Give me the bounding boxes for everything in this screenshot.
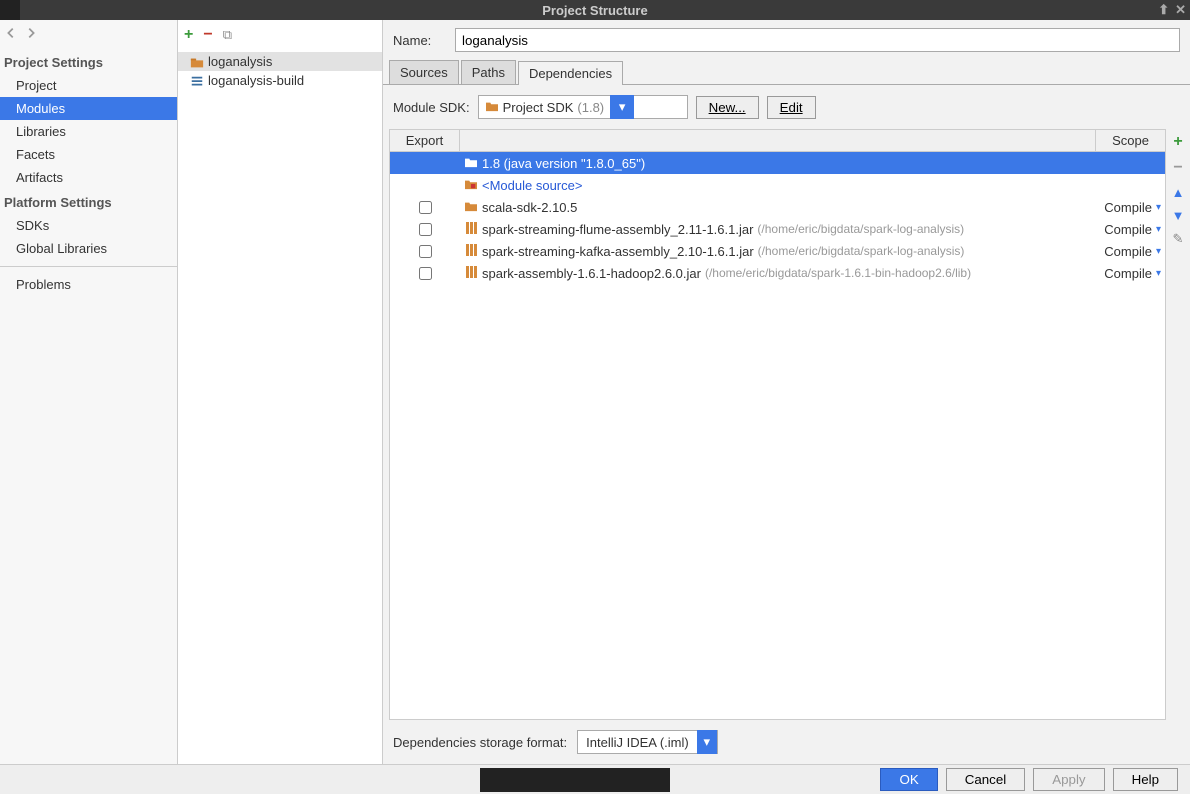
sidebar-item-problems[interactable]: Problems <box>0 273 177 296</box>
app-icon <box>0 0 20 20</box>
settings-sidebar: Project Settings Project Modules Librari… <box>0 20 178 764</box>
chevron-down-icon[interactable]: ▾ <box>1156 224 1161 235</box>
nav-forward-icon[interactable] <box>24 26 38 43</box>
dep-name: spark-streaming-flume-assembly_2.11-1.6.… <box>482 222 753 237</box>
new-sdk-button[interactable]: New... <box>696 96 759 119</box>
folder-icon <box>464 156 478 171</box>
divider <box>0 266 177 267</box>
sidebar-item-artifacts[interactable]: Artifacts <box>0 166 177 189</box>
restore-icon[interactable]: ⬆ <box>1158 2 1169 18</box>
copy-module-icon[interactable]: ⧉ <box>223 27 232 43</box>
storage-value: IntelliJ IDEA (.iml) <box>578 735 697 750</box>
sdk-value: Project SDK <box>503 100 574 115</box>
dep-path: (/home/eric/bigdata/spark-log-analysis) <box>758 244 965 258</box>
tree-item-label: loganalysis-build <box>208 73 304 88</box>
dep-name: scala-sdk-2.10.5 <box>482 200 577 215</box>
col-scope[interactable]: Scope <box>1095 130 1165 151</box>
tree-item-loganalysis-build[interactable]: loganalysis-build <box>178 71 382 90</box>
dep-name: spark-assembly-1.6.1-hadoop2.6.0.jar <box>482 266 701 281</box>
dropdown-arrow-icon: ▾ <box>697 730 717 754</box>
module-detail-panel: Name: Sources Paths Dependencies Module … <box>383 20 1190 764</box>
move-up-icon[interactable]: ▲ <box>1172 185 1185 200</box>
dialog-footer: OK Cancel Apply Help <box>0 764 1190 794</box>
sidebar-item-project[interactable]: Project <box>0 74 177 97</box>
edit-sdk-button[interactable]: Edit <box>767 96 816 119</box>
move-down-icon[interactable]: ▼ <box>1172 208 1185 223</box>
name-input[interactable] <box>455 28 1180 52</box>
module-sdk-select[interactable]: Project SDK (1.8) ▾ <box>478 95 688 119</box>
tree-item-loganalysis[interactable]: loganalysis <box>178 52 382 71</box>
sidebar-item-sdks[interactable]: SDKs <box>0 214 177 237</box>
add-dep-icon[interactable]: + <box>1173 133 1182 151</box>
dep-name: spark-streaming-kafka-assembly_2.10-1.6.… <box>482 244 754 259</box>
dep-row[interactable]: <Module source> <box>390 174 1165 196</box>
col-name <box>460 130 1095 151</box>
sidebar-item-global-libraries[interactable]: Global Libraries <box>0 237 177 260</box>
dep-name: <Module source> <box>482 178 582 193</box>
edit-dep-icon[interactable]: ✎ <box>1173 231 1184 247</box>
window-title: Project Structure <box>542 3 647 18</box>
nav-back-icon[interactable] <box>4 26 18 43</box>
storage-format-select[interactable]: IntelliJ IDEA (.iml) ▾ <box>577 730 718 754</box>
module-sdk-label: Module SDK: <box>393 100 470 115</box>
folder-icon <box>190 56 204 68</box>
taskbar-fragment <box>480 768 670 792</box>
folder-icon <box>485 100 499 115</box>
col-export[interactable]: Export <box>390 130 460 151</box>
dep-name: 1.8 (java version "1.8.0_65") <box>482 156 645 171</box>
tree-item-label: loganalysis <box>208 54 272 69</box>
jar-icon <box>464 265 478 282</box>
jar-icon <box>464 221 478 238</box>
title-bar: Project Structure ⬆ ✕ <box>0 0 1190 20</box>
add-module-icon[interactable]: + <box>184 26 193 44</box>
dependencies-table: Export Scope 1.8 (java version "1.8.0_65… <box>389 129 1166 720</box>
jar-icon <box>464 243 478 260</box>
sidebar-item-libraries[interactable]: Libraries <box>0 120 177 143</box>
dep-row[interactable]: spark-streaming-flume-assembly_2.11-1.6.… <box>390 218 1165 240</box>
sidebar-item-modules[interactable]: Modules <box>0 97 177 120</box>
dep-path: (/home/eric/bigdata/spark-log-analysis) <box>757 222 964 236</box>
help-button[interactable]: Help <box>1113 768 1178 791</box>
project-settings-header: Project Settings <box>0 49 177 74</box>
sdk-suffix: (1.8) <box>577 100 604 115</box>
sidebar-item-facets[interactable]: Facets <box>0 143 177 166</box>
export-checkbox[interactable] <box>419 201 432 214</box>
cancel-button[interactable]: Cancel <box>946 768 1026 791</box>
dep-row[interactable]: spark-streaming-kafka-assembly_2.10-1.6.… <box>390 240 1165 262</box>
chevron-down-icon[interactable]: ▾ <box>1156 202 1161 213</box>
ok-button[interactable]: OK <box>880 768 937 791</box>
dep-row[interactable]: spark-assembly-1.6.1-hadoop2.6.0.jar (/h… <box>390 262 1165 284</box>
apply-button[interactable]: Apply <box>1033 768 1104 791</box>
library-icon <box>464 200 478 215</box>
dep-path: (/home/eric/bigdata/spark-1.6.1-bin-hado… <box>705 266 971 280</box>
chevron-down-icon[interactable]: ▾ <box>1156 268 1161 279</box>
export-checkbox[interactable] <box>419 267 432 280</box>
remove-dep-icon[interactable]: − <box>1173 159 1182 177</box>
export-checkbox[interactable] <box>419 223 432 236</box>
dropdown-arrow-icon: ▾ <box>610 95 634 119</box>
tab-paths[interactable]: Paths <box>461 60 516 84</box>
name-label: Name: <box>393 33 443 48</box>
dep-row[interactable]: 1.8 (java version "1.8.0_65") <box>390 152 1165 174</box>
tab-dependencies[interactable]: Dependencies <box>518 61 623 85</box>
platform-settings-header: Platform Settings <box>0 189 177 214</box>
scope-value[interactable]: Compile <box>1104 222 1152 237</box>
dep-row[interactable]: scala-sdk-2.10.5 Compile ▾ <box>390 196 1165 218</box>
source-folder-icon <box>464 178 478 193</box>
remove-module-icon[interactable]: − <box>203 26 212 44</box>
close-icon[interactable]: ✕ <box>1175 2 1186 18</box>
storage-format-label: Dependencies storage format: <box>393 735 567 750</box>
chevron-down-icon[interactable]: ▾ <box>1156 246 1161 257</box>
export-checkbox[interactable] <box>419 245 432 258</box>
deps-table-header: Export Scope <box>390 130 1165 152</box>
module-tree-panel: + − ⧉ loganalysis loganalysis-build <box>178 20 383 764</box>
scope-value[interactable]: Compile <box>1104 200 1152 215</box>
tab-sources[interactable]: Sources <box>389 60 459 84</box>
scope-value[interactable]: Compile <box>1104 266 1152 281</box>
scope-value[interactable]: Compile <box>1104 244 1152 259</box>
scala-icon <box>190 75 204 87</box>
